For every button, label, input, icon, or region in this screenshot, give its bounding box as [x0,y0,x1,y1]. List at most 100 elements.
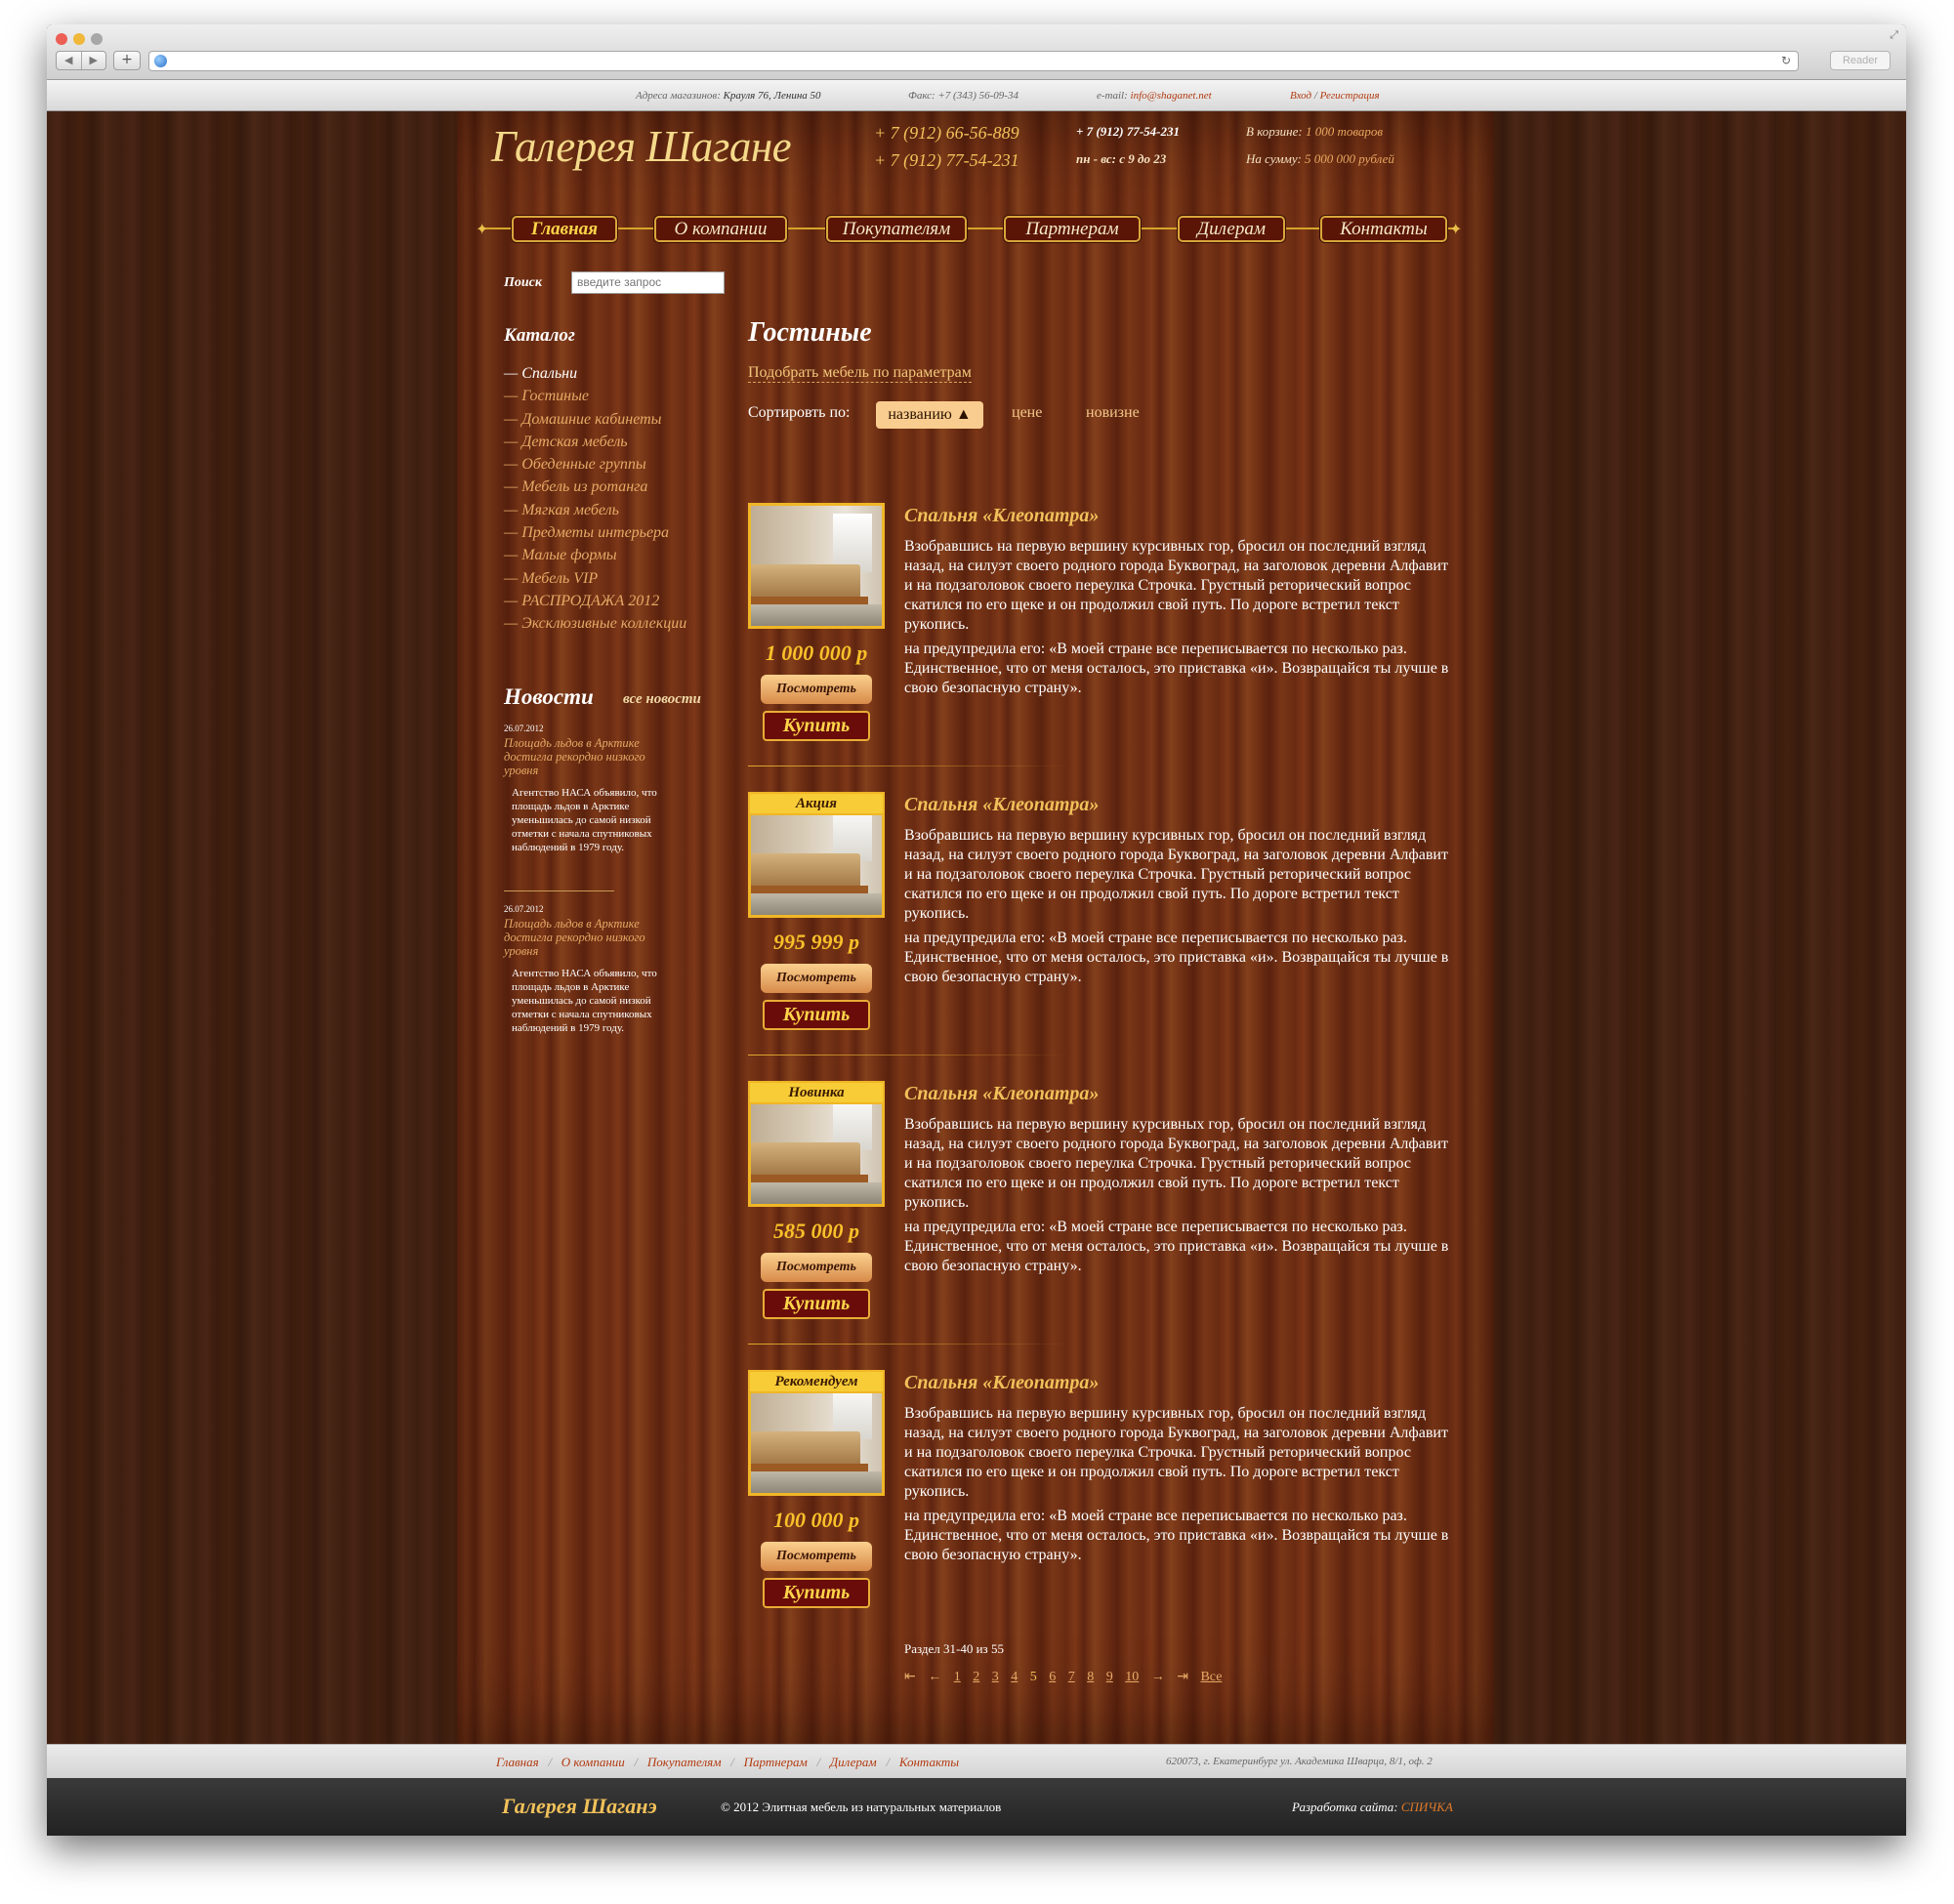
menu-item-about[interactable]: О компании [654,216,787,242]
product-description: Взобравшись на первую вершину курсивных … [904,1404,1451,1565]
close-window-icon[interactable] [56,33,67,45]
catalog-item-dining[interactable]: — Обеденные группы [504,453,686,476]
page-link-2[interactable]: 2 [973,1670,979,1684]
content-panel: Галерея Шагане + 7 (912) 66-56-889 + 7 (… [457,111,1494,1744]
sort-by-price-link[interactable]: цене [1012,404,1042,422]
all-pages-link[interactable]: Все [1200,1670,1222,1684]
catalog-item-exclusive[interactable]: — Эксклюзивные коллекции [504,612,686,635]
cart-value: 1 000 товаров [1305,124,1384,139]
sort-by-newness-link[interactable]: новизне [1086,404,1140,422]
page-link-8[interactable]: 8 [1087,1670,1094,1684]
product-image[interactable] [748,503,885,629]
product-name[interactable]: Спальня «Клеопатра» [904,794,1099,816]
page-link-1[interactable]: 1 [954,1670,961,1684]
menu-item-contacts[interactable]: Контакты [1320,216,1447,242]
page-link-9[interactable]: 9 [1106,1670,1113,1684]
footer-link-contacts[interactable]: Контакты [899,1755,959,1769]
catalog-item-small-forms[interactable]: — Малые формы [504,544,686,566]
new-tab-button[interactable]: + [113,51,141,70]
browser-toolbar: ⤢ ◀ ▶ + ↻ Reader [47,24,1906,80]
page-link-6[interactable]: 6 [1049,1670,1056,1684]
reader-button[interactable]: Reader [1830,51,1891,70]
page-link-7[interactable]: 7 [1068,1670,1075,1684]
page-link-4[interactable]: 4 [1011,1670,1018,1684]
menu-item-home[interactable]: Главная [512,216,617,242]
cart-count[interactable]: В корзине: 1 000 товаров [1246,124,1383,140]
product-name[interactable]: Спальня «Клеопатра» [904,1083,1099,1105]
register-link[interactable]: Регистрация [1320,90,1380,102]
product-price: 585 000 р [773,1219,859,1243]
view-button[interactable]: Посмотреть [761,675,872,704]
forward-arrow-icon[interactable]: ▶ [80,52,106,69]
catalog-item-rattan[interactable]: — Мебель из ротанга [504,476,686,498]
new-badge: Новинка [748,1081,885,1104]
sum-value: 5 000 000 рублей [1305,151,1394,166]
catalog-item-bedrooms[interactable]: — Спальни [504,362,686,385]
link-separator: / [730,1755,734,1769]
sum-label: На сумму: [1246,151,1302,166]
address-bar[interactable]: ↻ [148,51,1799,71]
pagination: ⇤ ← 1 2 3 4 5 6 7 8 9 10 → ⇥ Все [904,1669,1230,1685]
address-label: Адреса магазинов: [636,90,721,102]
search-input[interactable]: введите запрос [571,271,725,294]
fullscreen-icon[interactable]: ⤢ [1890,28,1898,42]
login-link[interactable]: Вход [1290,90,1311,102]
site-logo[interactable]: Галерея Шагане [491,121,792,172]
zoom-window-icon[interactable] [91,33,103,45]
developer-credit: Разработка сайта: СПИЧКА [1292,1800,1453,1815]
product-name[interactable]: Спальня «Клеопатра» [904,1372,1099,1394]
first-page-icon[interactable]: ⇤ [904,1670,916,1684]
view-button[interactable]: Посмотреть [761,964,872,993]
buy-button[interactable]: Купить [763,1578,870,1608]
news-headline[interactable]: Площадь льдов в Арктике достигла рекордн… [504,917,670,958]
reload-icon[interactable]: ↻ [1781,52,1791,70]
filter-link[interactable]: Подобрать мебель по параметрам [748,364,972,383]
catalog-item-interior[interactable]: — Предметы интерьера [504,521,686,544]
menu-line [480,228,1457,229]
news-date: 26.07.2012 [504,724,544,733]
store-addresses: Адреса магазинов: Крауля 76, Ленина 50 [636,90,821,102]
buy-button[interactable]: Купить [763,711,870,741]
catalog-item-vip[interactable]: — Мебель VIP [504,567,686,590]
description-paragraph: на предупредила его: «В моей стране все … [904,1219,1449,1274]
menu-item-partners[interactable]: Партнерам [1004,216,1141,242]
next-page-icon[interactable]: → [1151,1670,1165,1684]
view-button[interactable]: Посмотреть [761,1542,872,1571]
product-description: Взобравшись на первую вершину курсивных … [904,826,1451,987]
catalog-item-soft[interactable]: — Мягкая мебель [504,499,686,521]
email-link[interactable]: info@shaganet.net [1131,90,1212,102]
catalog-item-home-offices[interactable]: — Домашние кабинеты [504,408,686,431]
minimize-window-icon[interactable] [73,33,85,45]
news-headline[interactable]: Площадь льдов в Арктике достигла рекордн… [504,736,670,777]
footer-link-dealers[interactable]: Дилерам [830,1755,877,1769]
view-button[interactable]: Посмотреть [761,1253,872,1282]
sort-by-name-button[interactable]: названию ▲ [876,401,983,429]
product-description: Взобравшись на первую вершину курсивных … [904,1115,1451,1276]
footer-link-about[interactable]: О компании [561,1755,625,1769]
footer-logo[interactable]: Галерея Шаганэ [502,1794,657,1819]
recommended-badge: Рекомендуем [748,1370,885,1393]
page-link-3[interactable]: 3 [992,1670,999,1684]
prev-page-icon[interactable]: ← [928,1670,941,1684]
buy-button[interactable]: Купить [763,1000,870,1030]
fax-number: Факс: +7 (343) 56-09-34 [908,90,1019,102]
menu-item-dealers[interactable]: Дилерам [1178,216,1285,242]
footer-link-home[interactable]: Главная [496,1755,539,1769]
all-news-link[interactable]: все новости [623,691,701,708]
catalog-item-living-rooms[interactable]: — Гостиные [504,385,686,407]
catalog-item-kids[interactable]: — Детская мебель [504,431,686,453]
menu-item-customers[interactable]: Покупателям [826,216,967,242]
buy-button[interactable]: Купить [763,1289,870,1319]
footer-link-partners[interactable]: Партнерам [744,1755,808,1769]
footer-link-customers[interactable]: Покупателям [647,1755,722,1769]
page-link-10[interactable]: 10 [1125,1670,1139,1684]
catalog-item-sale[interactable]: — РАСПРОДАЖА 2012 [504,590,686,612]
product-name[interactable]: Спальня «Клеопатра» [904,505,1099,527]
browser-window: ⤢ ◀ ▶ + ↻ Reader Адреса магазинов: Краул… [47,24,1906,1836]
promo-badge: Акция [748,792,885,815]
back-arrow-icon[interactable]: ◀ [57,52,81,69]
description-paragraph: Взобравшись на первую вершину курсивных … [904,1116,1448,1211]
last-page-icon[interactable]: ⇥ [1177,1670,1188,1684]
description-paragraph: Взобравшись на первую вершину курсивных … [904,827,1448,922]
developer-link[interactable]: СПИЧКА [1401,1800,1453,1814]
